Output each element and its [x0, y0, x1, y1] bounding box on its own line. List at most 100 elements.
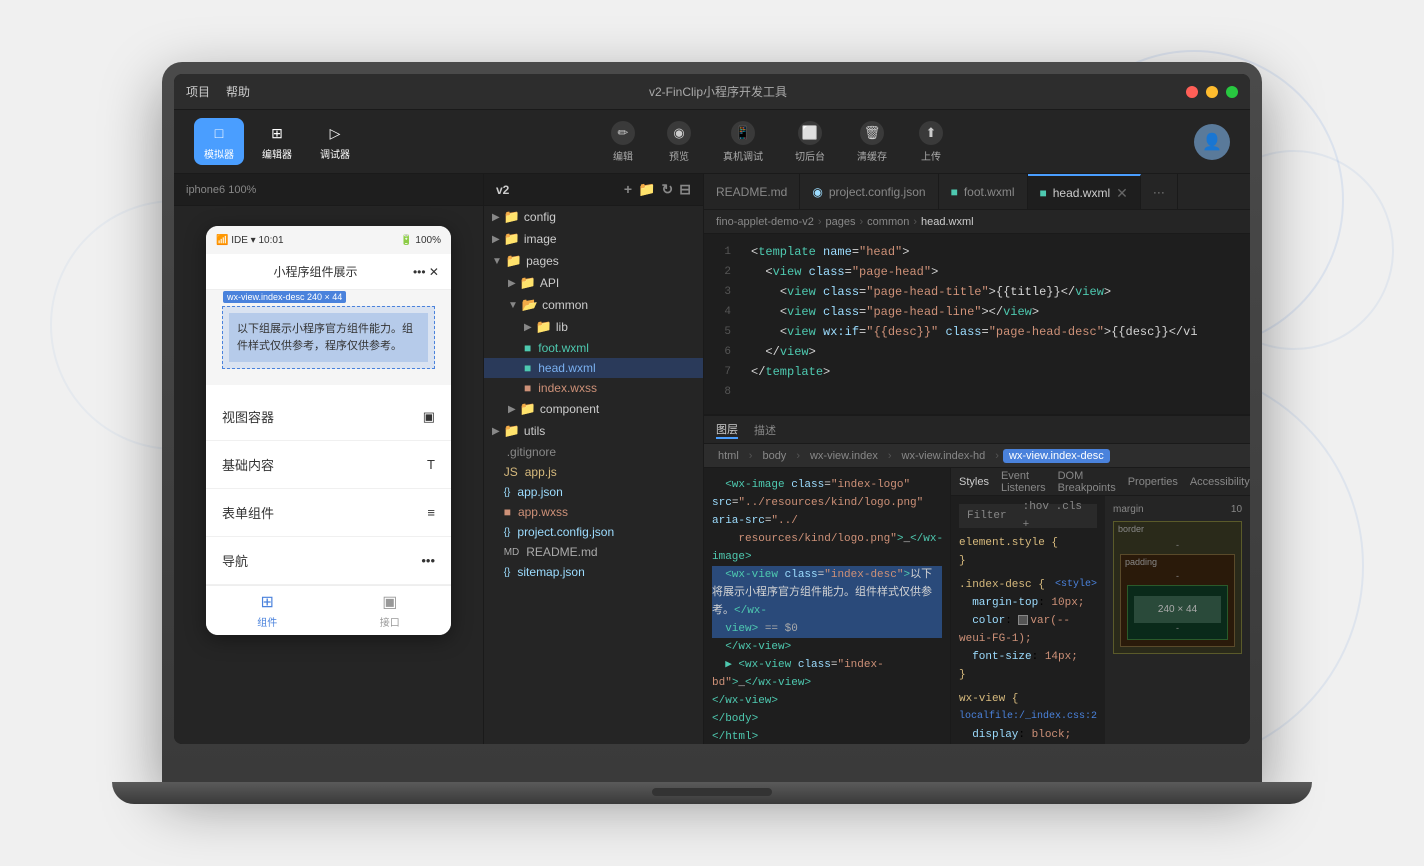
devtools-tab-view[interactable]: 图层 [716, 421, 738, 439]
component-tab-icon: ⊞ [257, 592, 277, 612]
styles-tab-accessibility[interactable]: Accessibility [1190, 476, 1250, 488]
simulator-button[interactable]: □ 模拟器 [194, 118, 244, 165]
element-label: wx-view.index-desc 240 × 44 [223, 291, 346, 303]
dom-line-2: resources/kind/logo.png">_</wx-image> [712, 530, 942, 566]
menu-item-icon: T [427, 457, 435, 472]
path-wx-view-index-desc[interactable]: wx-view.index-desc [1003, 449, 1110, 463]
menu-item-basic-content[interactable]: 基础内容 T [206, 441, 451, 489]
new-file-icon[interactable]: + [624, 181, 632, 198]
laptop-base [112, 782, 1312, 804]
tab-more[interactable]: ··· [1141, 174, 1178, 209]
styles-tab-styles[interactable]: Styles [959, 476, 989, 488]
laptop-screen: 项目 帮助 v2-FinClip小程序开发工具 □ 模拟器 [174, 74, 1250, 744]
dom-line-8: </body> [712, 710, 942, 728]
menu-item-nav[interactable]: 导航 ••• [206, 537, 451, 585]
tree-common[interactable]: ▼ 📂 common [484, 294, 703, 316]
component-tab-label: 组件 [257, 614, 277, 629]
upload-tool[interactable]: ⬆ 上传 [919, 121, 943, 163]
editor-button[interactable]: ⊞ 编辑器 [252, 118, 302, 165]
tree-app-wxss[interactable]: ▶ ■ app.wxss [484, 502, 703, 522]
styles-panel: Styles Event Listeners DOM Breakpoints P… [950, 468, 1250, 744]
tree-app-js[interactable]: ▶ JS app.js [484, 462, 703, 482]
tree-gitignore[interactable]: ▶ .gitignore [484, 442, 703, 462]
maximize-button[interactable] [1226, 86, 1238, 98]
preview-header: iphone6 100% [174, 174, 483, 206]
tree-image[interactable]: ▶ 📁 image [484, 228, 703, 250]
file-tree-actions: + 📁 ↻ ⊟ [624, 181, 691, 198]
menu-item-form[interactable]: 表单组件 ≡ [206, 489, 451, 537]
breadcrumb-file: head.wxml [921, 216, 974, 228]
api-tab-label: 接口 [380, 614, 400, 629]
tree-foot-wxml[interactable]: ■ foot.wxml [484, 338, 703, 358]
debugger-label: 调试器 [320, 146, 350, 161]
main-content: iphone6 100% 📶 IDE ▾ 10:01 🔋 100% [174, 174, 1250, 744]
dom-line-4[interactable]: view> == $0 [712, 620, 942, 638]
element-style: element.style { } [959, 534, 1097, 570]
real-device-debug-tool[interactable]: 📱 真机调试 [723, 121, 763, 163]
toolbar-tools: ✏ 编辑 ◉ 预览 📱 真机调试 ⬜ 切后台 [360, 121, 1194, 163]
tree-head-wxml[interactable]: ■ head.wxml [484, 358, 703, 378]
dom-tree: <wx-image class="index-logo" src="../res… [704, 468, 950, 744]
head-wxml-close[interactable]: ✕ [1116, 186, 1128, 200]
tab-head-wxml[interactable]: ■ head.wxml ✕ [1028, 174, 1141, 209]
edit-tool[interactable]: ✏ 编辑 [611, 121, 635, 163]
phone-simulator: 📶 IDE ▾ 10:01 🔋 100% 小程序组件展示 ••• ✕ [174, 206, 483, 744]
tree-utils[interactable]: ▶ 📁 utils [484, 420, 703, 442]
path-wx-view-index[interactable]: wx-view.index [804, 449, 884, 463]
tree-config[interactable]: ▶ 📁 config [484, 206, 703, 228]
new-folder-icon[interactable]: 📁 [638, 181, 655, 198]
box-margin: border - padding - 240 × 44 - [1113, 521, 1242, 654]
menu-item-view-container[interactable]: 视图容器 ▣ [206, 393, 451, 441]
styles-content: Filter :hov .cls + element.style { } [951, 496, 1250, 744]
phone-app-header: 小程序组件展示 ••• ✕ [206, 254, 451, 290]
real-device-icon: 📱 [731, 121, 755, 145]
tree-sitemap[interactable]: ▶ {} sitemap.json [484, 562, 703, 582]
dom-line-7: </wx-view> [712, 692, 942, 710]
code-content[interactable]: <template name="head"> <view class="page… [739, 234, 1250, 414]
phone-content-area: wx-view.index-desc 240 × 44 以下组展示小程序官方组件… [206, 290, 451, 385]
menu-help[interactable]: 帮助 [226, 83, 250, 100]
tree-readme[interactable]: ▶ MD README.md [484, 542, 703, 562]
preview-tool[interactable]: ◉ 预览 [667, 121, 691, 163]
api-tab-icon: ▣ [380, 592, 400, 612]
toolbar-right: 👤 [1194, 124, 1230, 160]
tab-readme[interactable]: README.md [704, 174, 800, 209]
tree-pages[interactable]: ▼ 📁 pages [484, 250, 703, 272]
user-avatar[interactable]: 👤 [1194, 124, 1230, 160]
path-body[interactable]: body [756, 449, 792, 463]
tree-project-config[interactable]: ▶ {} project.config.json [484, 522, 703, 542]
tree-lib[interactable]: ▶ 📁 lib [484, 316, 703, 338]
minimize-button[interactable] [1206, 86, 1218, 98]
refresh-icon[interactable]: ↻ [662, 181, 674, 198]
dom-line-5: </wx-view> [712, 638, 942, 656]
styles-tab-properties[interactable]: Properties [1128, 476, 1178, 488]
styles-tabs: Styles Event Listeners DOM Breakpoints P… [951, 468, 1250, 496]
background-tool[interactable]: ⬜ 切后台 [795, 121, 825, 163]
simulator-icon: □ [208, 122, 230, 144]
debugger-button[interactable]: ▷ 调试器 [310, 118, 360, 165]
tree-component[interactable]: ▶ 📁 component [484, 398, 703, 420]
tree-app-json[interactable]: ▶ {} app.json [484, 482, 703, 502]
clear-cache-tool[interactable]: 🗑 清缓存 [857, 121, 887, 163]
tab-project-config[interactable]: ◉ project.config.json [800, 174, 938, 209]
close-button[interactable] [1186, 86, 1198, 98]
tab-foot-wxml[interactable]: ■ foot.wxml [939, 174, 1028, 209]
menu-project[interactable]: 项目 [186, 83, 210, 100]
pseudo-filter[interactable]: :hov .cls + [1023, 498, 1089, 534]
phone-tab-api[interactable]: ▣ 接口 [329, 586, 452, 635]
editor-icon: ⊞ [266, 122, 288, 144]
dom-line-6[interactable]: ▶ <wx-view class="index-bd">_</wx-view> [712, 656, 942, 692]
path-html[interactable]: html [712, 449, 745, 463]
padding-label: - [1127, 571, 1228, 581]
wx-view-styles: wx-view {localfile:/_index.css:2 display… [959, 690, 1097, 744]
path-wx-view-index-hd[interactable]: wx-view.index-hd [896, 449, 992, 463]
devtools-tab-desc[interactable]: 描述 [754, 422, 776, 438]
tree-index-wxss[interactable]: ■ index.wxss [484, 378, 703, 398]
dom-line-3[interactable]: <wx-view class="index-desc">以下将展示小程序官方组件… [712, 566, 942, 620]
filter-label: Filter [967, 507, 1007, 525]
tree-api[interactable]: ▶ 📁 API [484, 272, 703, 294]
collapse-icon[interactable]: ⊟ [679, 181, 691, 198]
styles-tab-event-listeners[interactable]: Event Listeners [1001, 470, 1046, 494]
styles-tab-dom-breakpoints[interactable]: DOM Breakpoints [1058, 470, 1116, 494]
phone-tab-component[interactable]: ⊞ 组件 [206, 586, 329, 635]
